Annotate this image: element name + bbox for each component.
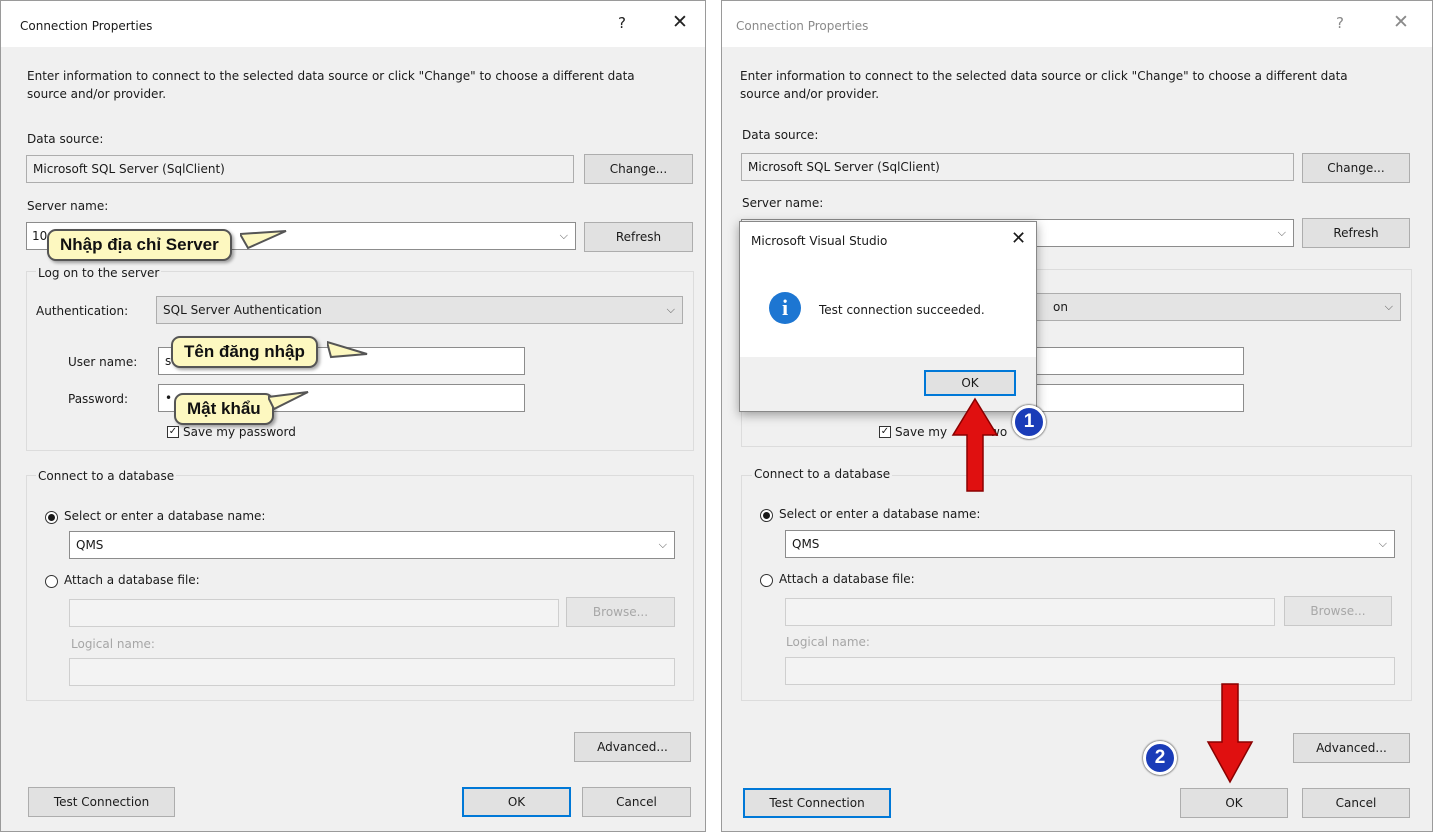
arrow-up-icon — [951, 397, 999, 492]
message-ok-button[interactable]: OK — [924, 370, 1016, 396]
ok-button[interactable]: OK — [462, 787, 571, 817]
arrow-down-icon — [1206, 683, 1254, 784]
server-name-label: Server name: — [742, 196, 824, 210]
select-db-label: Select or enter a database name: — [779, 507, 981, 521]
data-source-label: Data source: — [742, 128, 819, 142]
dialog-title: Connection Properties — [20, 19, 153, 33]
close-icon[interactable]: ✕ — [672, 11, 688, 33]
message-text: Test connection succeeded. — [819, 303, 985, 317]
save-password-checkbox[interactable]: ✓ — [879, 426, 891, 438]
help-icon[interactable]: ? — [1336, 14, 1344, 32]
username-callout: Tên đăng nhập — [171, 336, 318, 368]
data-source-field[interactable]: Microsoft SQL Server (SqlClient) — [26, 155, 574, 183]
chevron-down-icon[interactable]: ⌵ — [560, 223, 568, 249]
close-icon[interactable]: ✕ — [1011, 228, 1026, 249]
logon-group-label: Log on to the server — [36, 266, 162, 280]
server-callout: Nhập địa chỉ Server — [47, 229, 232, 261]
username-callout-tail — [327, 340, 368, 359]
chevron-down-icon[interactable]: ⌵ — [667, 297, 675, 323]
advanced-button[interactable]: Advanced... — [574, 732, 691, 762]
attach-db-label: Attach a database file: — [64, 573, 200, 587]
browse-button: Browse... — [566, 597, 675, 627]
test-connection-message-box: Microsoft Visual Studio ✕ i Test connect… — [739, 221, 1037, 412]
database-combobox[interactable]: QMS ⌵ — [785, 530, 1395, 558]
data-source-field[interactable]: Microsoft SQL Server (SqlClient) — [741, 153, 1294, 181]
title-bar: Connection Properties ? ✕ — [1, 1, 705, 47]
chevron-down-icon[interactable]: ⌵ — [1278, 220, 1286, 246]
server-name-label: Server name: — [27, 199, 109, 213]
refresh-button[interactable]: Refresh — [1302, 218, 1410, 248]
save-password-checkbox[interactable]: ✓ — [167, 426, 179, 438]
save-password-label: Save my — [895, 425, 948, 439]
description-text: Enter information to connect to the sele… — [740, 69, 1348, 101]
connect-db-group-label: Connect to a database — [752, 467, 893, 481]
password-label: Password: — [68, 392, 129, 406]
dialog-title: Connection Properties — [736, 19, 869, 33]
connection-properties-dialog-left: Connection Properties ? ✕ Enter informat… — [0, 0, 706, 832]
attach-db-label: Attach a database file: — [779, 572, 915, 586]
attach-db-radio[interactable] — [760, 574, 773, 587]
server-callout-text: Nhập địa chỉ Server — [60, 235, 219, 254]
logical-name-label: Logical name: — [71, 637, 155, 651]
test-connection-button[interactable]: Test Connection — [743, 788, 891, 818]
step-2-badge: 2 — [1143, 741, 1177, 775]
username-label: User name: — [68, 355, 138, 369]
data-source-label: Data source: — [27, 132, 104, 146]
chevron-down-icon[interactable]: ⌵ — [1385, 294, 1393, 320]
attach-db-radio[interactable] — [45, 575, 58, 588]
password-callout-text: Mật khẩu — [187, 399, 261, 418]
cancel-button[interactable]: Cancel — [582, 787, 691, 817]
save-password-label: Save my password — [183, 425, 296, 439]
authentication-value: on — [1053, 300, 1068, 314]
database-combobox[interactable]: QMS ⌵ — [69, 531, 675, 559]
password-callout: Mật khẩu — [174, 393, 274, 425]
chevron-down-icon[interactable]: ⌵ — [1379, 531, 1387, 557]
server-callout-tail — [240, 230, 287, 250]
ok-button[interactable]: OK — [1180, 788, 1288, 818]
change-button[interactable]: Change... — [1302, 153, 1410, 183]
authentication-label: Authentication: — [36, 304, 129, 318]
cancel-button[interactable]: Cancel — [1302, 788, 1410, 818]
logical-name-label: Logical name: — [786, 635, 870, 649]
select-db-label: Select or enter a database name: — [64, 509, 266, 523]
test-connection-button[interactable]: Test Connection — [28, 787, 175, 817]
authentication-select[interactable]: SQL Server Authentication ⌵ — [156, 296, 683, 324]
message-box-title: Microsoft Visual Studio — [751, 234, 888, 248]
select-db-radio[interactable] — [45, 511, 58, 524]
description-text: Enter information to connect to the sele… — [27, 69, 635, 101]
logical-name-input — [69, 658, 675, 686]
browse-button: Browse... — [1284, 596, 1392, 626]
attach-db-file-input — [785, 598, 1275, 626]
database-value: QMS — [76, 538, 104, 552]
attach-db-file-input — [69, 599, 559, 627]
connection-properties-dialog-right: Connection Properties ? ✕ Enter informat… — [721, 0, 1433, 832]
title-bar: Connection Properties ? ✕ — [722, 1, 1432, 47]
help-icon[interactable]: ? — [618, 14, 626, 32]
step-1-badge: 1 — [1012, 405, 1046, 439]
authentication-value: SQL Server Authentication — [163, 303, 322, 317]
select-db-radio[interactable] — [760, 509, 773, 522]
username-callout-text: Tên đăng nhập — [184, 342, 305, 361]
refresh-button[interactable]: Refresh — [584, 222, 693, 252]
change-button[interactable]: Change... — [584, 154, 693, 184]
server-name-value: 10 — [32, 229, 48, 243]
connect-db-group-label: Connect to a database — [36, 469, 177, 483]
close-icon[interactable]: ✕ — [1393, 11, 1409, 33]
info-icon: i — [769, 292, 801, 324]
chevron-down-icon[interactable]: ⌵ — [659, 532, 667, 558]
database-value: QMS — [792, 537, 820, 551]
password-callout-tail — [268, 391, 309, 411]
logical-name-input — [785, 657, 1395, 685]
advanced-button[interactable]: Advanced... — [1293, 733, 1410, 763]
